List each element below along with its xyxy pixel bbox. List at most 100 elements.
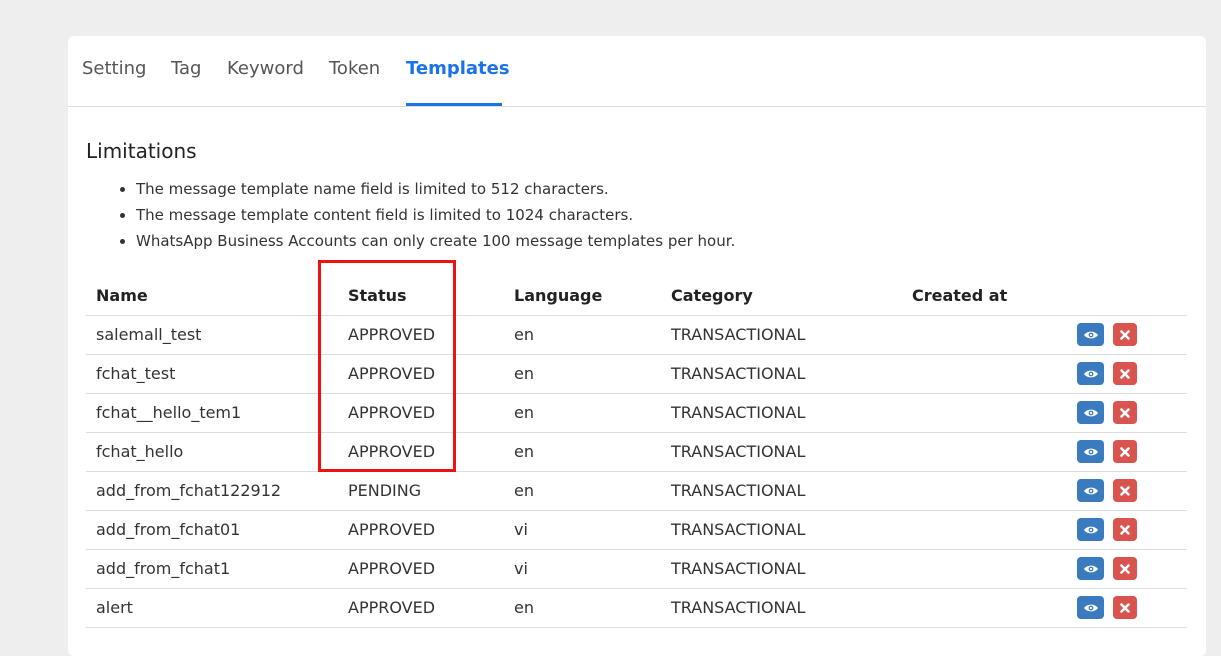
view-button[interactable] <box>1077 362 1104 385</box>
close-icon <box>1120 446 1130 457</box>
table-row[interactable]: fchat__hello_tem1 APPROVED en TRANSACTIO… <box>86 393 1187 433</box>
column-header-category: Category <box>661 276 902 316</box>
delete-button[interactable] <box>1113 479 1138 502</box>
tab-templates[interactable]: Templates <box>406 58 510 79</box>
delete-button[interactable] <box>1113 596 1138 619</box>
close-icon <box>1120 368 1130 379</box>
view-button[interactable] <box>1077 518 1104 541</box>
template-category: TRANSACTIONAL <box>661 588 902 628</box>
table-row[interactable]: alert APPROVED en TRANSACTIONAL <box>86 588 1187 628</box>
column-header-name: Name <box>86 276 338 316</box>
template-created-at <box>902 393 1067 433</box>
table-row[interactable]: salemall_test APPROVED en TRANSACTIONAL <box>86 315 1187 355</box>
template-name: add_from_fchat01 <box>86 510 338 550</box>
column-header-status: Status <box>338 276 504 316</box>
view-button[interactable] <box>1077 323 1104 346</box>
delete-button[interactable] <box>1113 323 1138 346</box>
template-created-at <box>902 315 1067 355</box>
template-name: fchat__hello_tem1 <box>86 393 338 433</box>
template-category: TRANSACTIONAL <box>661 549 902 589</box>
limitations-list: The message template name field is limit… <box>118 176 735 254</box>
template-name: fchat_hello <box>86 432 338 472</box>
tab-tag[interactable]: Tag <box>171 58 201 79</box>
template-language: vi <box>504 510 661 550</box>
view-button[interactable] <box>1077 557 1104 580</box>
column-header-actions <box>1067 276 1187 316</box>
tab-token[interactable]: Token <box>329 58 380 79</box>
template-status: APPROVED <box>338 315 504 355</box>
table-row[interactable]: fchat_hello APPROVED en TRANSACTIONAL <box>86 432 1187 472</box>
close-icon <box>1120 485 1130 496</box>
template-created-at <box>902 354 1067 394</box>
eye-icon <box>1083 604 1098 611</box>
template-name: add_from_fchat1 <box>86 549 338 589</box>
template-category: TRANSACTIONAL <box>661 471 902 511</box>
active-tab-indicator <box>406 103 502 106</box>
template-status: PENDING <box>338 471 504 511</box>
row-actions <box>1067 315 1187 355</box>
row-actions <box>1067 432 1187 472</box>
eye-icon <box>1083 526 1098 533</box>
template-name: add_from_fchat122912 <box>86 471 338 511</box>
close-icon <box>1120 329 1130 340</box>
delete-button[interactable] <box>1113 518 1138 541</box>
table-row[interactable]: add_from_fchat01 APPROVED vi TRANSACTION… <box>86 510 1187 550</box>
template-status: APPROVED <box>338 393 504 433</box>
tab-setting[interactable]: Setting <box>82 58 146 79</box>
templates-card: Setting Tag Keyword Token Templates Limi… <box>68 36 1206 656</box>
template-category: TRANSACTIONAL <box>661 354 902 394</box>
template-category: TRANSACTIONAL <box>661 432 902 472</box>
template-created-at <box>902 549 1067 589</box>
close-icon <box>1120 407 1130 418</box>
template-language: en <box>504 588 661 628</box>
limitation-item: The message template content field is li… <box>136 202 735 228</box>
template-language: en <box>504 315 661 355</box>
template-created-at <box>902 471 1067 511</box>
template-status: APPROVED <box>338 510 504 550</box>
tab-keyword[interactable]: Keyword <box>227 58 304 79</box>
view-button[interactable] <box>1077 440 1104 463</box>
eye-icon <box>1083 565 1098 572</box>
template-status: APPROVED <box>338 354 504 394</box>
template-language: en <box>504 471 661 511</box>
table-row[interactable]: add_from_fchat122912 PENDING en TRANSACT… <box>86 471 1187 511</box>
template-status: APPROVED <box>338 432 504 472</box>
delete-button[interactable] <box>1113 557 1138 580</box>
table-row[interactable]: fchat_test APPROVED en TRANSACTIONAL <box>86 354 1187 394</box>
template-language: en <box>504 393 661 433</box>
table-row[interactable]: add_from_fchat1 APPROVED vi TRANSACTIONA… <box>86 549 1187 589</box>
template-created-at <box>902 588 1067 628</box>
template-language: vi <box>504 549 661 589</box>
column-header-language: Language <box>504 276 661 316</box>
eye-icon <box>1083 370 1098 377</box>
view-button[interactable] <box>1077 596 1104 619</box>
column-header-created-at: Created at <box>902 276 1067 316</box>
row-actions <box>1067 471 1187 511</box>
template-status: APPROVED <box>338 588 504 628</box>
row-actions <box>1067 510 1187 550</box>
template-category: TRANSACTIONAL <box>661 315 902 355</box>
template-language: en <box>504 432 661 472</box>
template-name: salemall_test <box>86 315 338 355</box>
view-button[interactable] <box>1077 479 1104 502</box>
template-created-at <box>902 432 1067 472</box>
eye-icon <box>1083 448 1098 455</box>
delete-button[interactable] <box>1113 440 1138 463</box>
delete-button[interactable] <box>1113 401 1138 424</box>
row-actions <box>1067 588 1187 628</box>
limitation-item: WhatsApp Business Accounts can only crea… <box>136 228 735 254</box>
row-actions <box>1067 549 1187 589</box>
limitation-item: The message template name field is limit… <box>136 176 735 202</box>
eye-icon <box>1083 331 1098 338</box>
template-created-at <box>902 510 1067 550</box>
template-status: APPROVED <box>338 549 504 589</box>
delete-button[interactable] <box>1113 362 1138 385</box>
template-name: alert <box>86 588 338 628</box>
table-body: salemall_test APPROVED en TRANSACTIONAL … <box>86 315 1187 628</box>
table-header-row: Name Status Language Category Created at <box>86 276 1187 316</box>
limitations-title: Limitations <box>86 139 197 163</box>
eye-icon <box>1083 409 1098 416</box>
view-button[interactable] <box>1077 401 1104 424</box>
template-category: TRANSACTIONAL <box>661 393 902 433</box>
eye-icon <box>1083 487 1098 494</box>
